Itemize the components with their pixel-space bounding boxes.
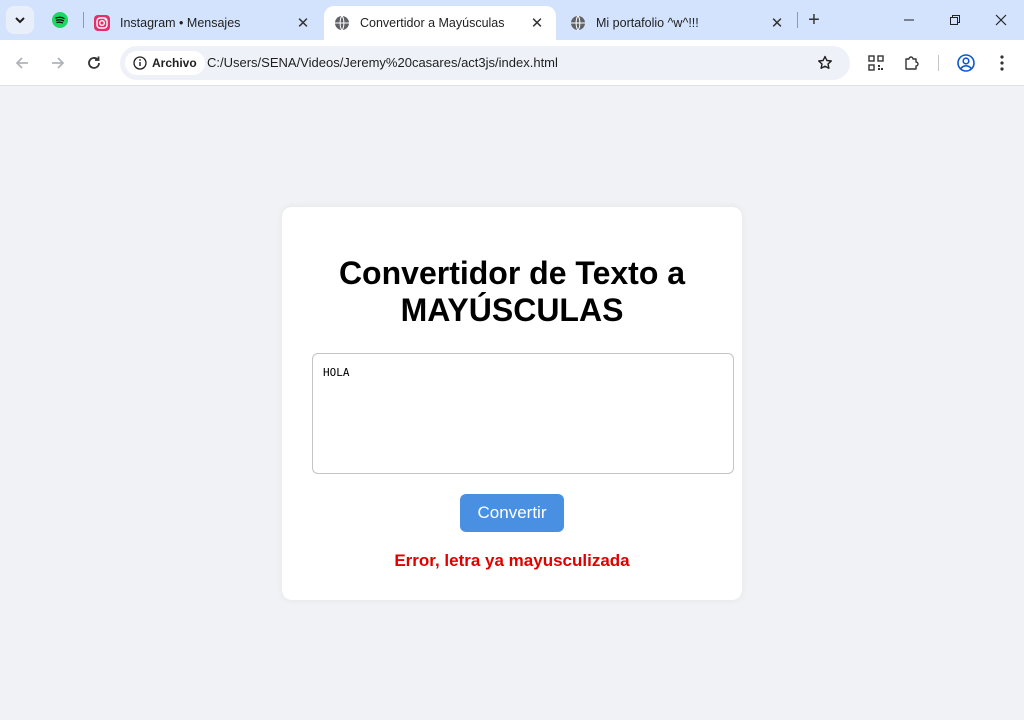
globe-icon: [571, 15, 585, 31]
close-tab-icon[interactable]: ✕: [768, 14, 786, 32]
title-line-2: MAYÚSCULAS: [400, 292, 624, 328]
star-icon: [818, 55, 832, 69]
restore-icon: [950, 15, 960, 25]
minimize-icon: [904, 19, 914, 21]
tab-separator: [797, 12, 798, 28]
tab-title: Instagram • Mensajes: [120, 16, 241, 30]
info-icon: [133, 56, 147, 70]
puzzle-icon: [905, 56, 919, 70]
site-info-chip[interactable]: Archivo: [125, 51, 205, 75]
arrow-left-icon: [15, 57, 28, 69]
tab-instagram[interactable]: Instagram • Mensajes ✕: [84, 6, 322, 40]
minimize-button[interactable]: [886, 0, 932, 40]
tab-search-button[interactable]: [6, 6, 34, 34]
tab-convertidor[interactable]: Convertidor a Mayúsculas ✕: [324, 6, 556, 40]
close-tab-icon[interactable]: ✕: [528, 14, 546, 32]
qr-code-icon: [868, 55, 884, 71]
text-input[interactable]: HOLA: [312, 353, 734, 474]
convert-button[interactable]: Convertir: [460, 494, 564, 532]
close-icon: [995, 14, 1007, 26]
title-line-1: Convertidor de Texto a: [338, 255, 686, 291]
spotify-icon: [52, 12, 68, 28]
reload-button[interactable]: [80, 49, 108, 77]
more-vertical-icon: [1000, 55, 1004, 71]
back-button[interactable]: [8, 49, 36, 77]
profile-button[interactable]: [952, 49, 980, 77]
reload-icon: [88, 56, 100, 69]
error-message: Error, letra ya mayusculizada: [394, 551, 630, 570]
plus-icon: +: [808, 8, 820, 31]
forward-button[interactable]: [44, 49, 72, 77]
pinned-tab-spotify[interactable]: [44, 6, 76, 34]
menu-button[interactable]: [988, 49, 1016, 77]
chevron-down-icon: [15, 17, 25, 24]
instagram-icon: [94, 15, 110, 31]
tab-title: Mi portafolio ^w^!!!: [596, 16, 699, 30]
url-text[interactable]: C:/Users/SENA/Videos/Jeremy%20casares/ac…: [207, 55, 558, 70]
tab-strip: Instagram • Mensajes ✕ Convertidor a May…: [0, 0, 1024, 40]
new-tab-button[interactable]: +: [800, 6, 828, 34]
extensions-button[interactable]: [898, 49, 926, 77]
close-window-button[interactable]: [978, 0, 1024, 40]
bookmark-star-button[interactable]: [814, 52, 836, 74]
address-bar[interactable]: Archivo C:/Users/SENA/Videos/Jeremy%20ca…: [120, 46, 850, 80]
browser-toolbar: Archivo C:/Users/SENA/Videos/Jeremy%20ca…: [0, 40, 1024, 86]
tab-title: Convertidor a Mayúsculas: [360, 16, 505, 30]
profile-icon: [957, 54, 975, 72]
toolbar-separator: [938, 55, 939, 71]
qr-code-button[interactable]: [862, 49, 890, 77]
globe-icon: [335, 15, 349, 31]
close-tab-icon[interactable]: ✕: [294, 14, 312, 32]
page-title: Convertidor de Texto a MAYÚSCULAS: [282, 255, 742, 329]
restore-button[interactable]: [932, 0, 978, 40]
tab-portafolio[interactable]: Mi portafolio ^w^!!! ✕: [560, 6, 796, 40]
security-chip-label: Archivo: [152, 56, 197, 70]
arrow-right-icon: [52, 57, 65, 69]
converter-card: Convertidor de Texto a MAYÚSCULAS HOLA C…: [282, 207, 742, 600]
